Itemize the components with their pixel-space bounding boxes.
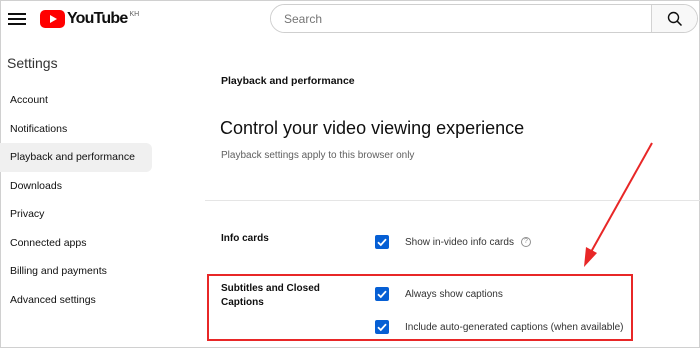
logo-text: YouTube [67,10,128,27]
sidebar-item-billing-and-payments[interactable]: Billing and payments [0,257,152,286]
info-cards-option-label: Show in-video info cards [405,236,514,248]
sidebar-item-downloads[interactable]: Downloads [0,172,152,201]
checkmark-icon [377,238,387,247]
play-logo-icon [40,10,65,28]
search-box [270,4,698,33]
page-subtitle: Playback settings apply to this browser … [221,150,415,161]
section-divider [205,200,700,201]
sidebar-item-advanced-settings[interactable]: Advanced settings [0,286,152,315]
help-icon[interactable]: ? [520,237,531,247]
youtube-logo[interactable]: YouTube KH [40,10,139,30]
sidebar-item-privacy[interactable]: Privacy [0,200,152,229]
info-cards-option[interactable]: Show in-video info cards ? [375,235,531,249]
page-heading: Playback and performance [221,75,355,87]
search-icon [667,11,682,26]
sidebar-item-notifications[interactable]: Notifications [0,115,152,144]
search-input[interactable] [271,5,651,32]
logo-region: KH [129,11,140,18]
annotation-highlight-box [207,274,633,341]
sidebar-title: Settings [7,55,58,71]
sidebar-item-playback-and-performance[interactable]: Playback and performance [0,143,152,172]
sidebar-item-connected-apps[interactable]: Connected apps [0,229,152,258]
info-cards-checkbox[interactable] [375,235,389,249]
top-bar: YouTube KH [0,0,700,40]
settings-sidebar: Account Notifications Playback and perfo… [0,86,152,314]
search-button[interactable] [651,5,697,32]
sidebar-item-account[interactable]: Account [0,86,152,115]
menu-icon[interactable] [8,10,26,28]
info-cards-label: Info cards [221,233,269,244]
page-title: Control your video viewing experience [220,118,525,138]
